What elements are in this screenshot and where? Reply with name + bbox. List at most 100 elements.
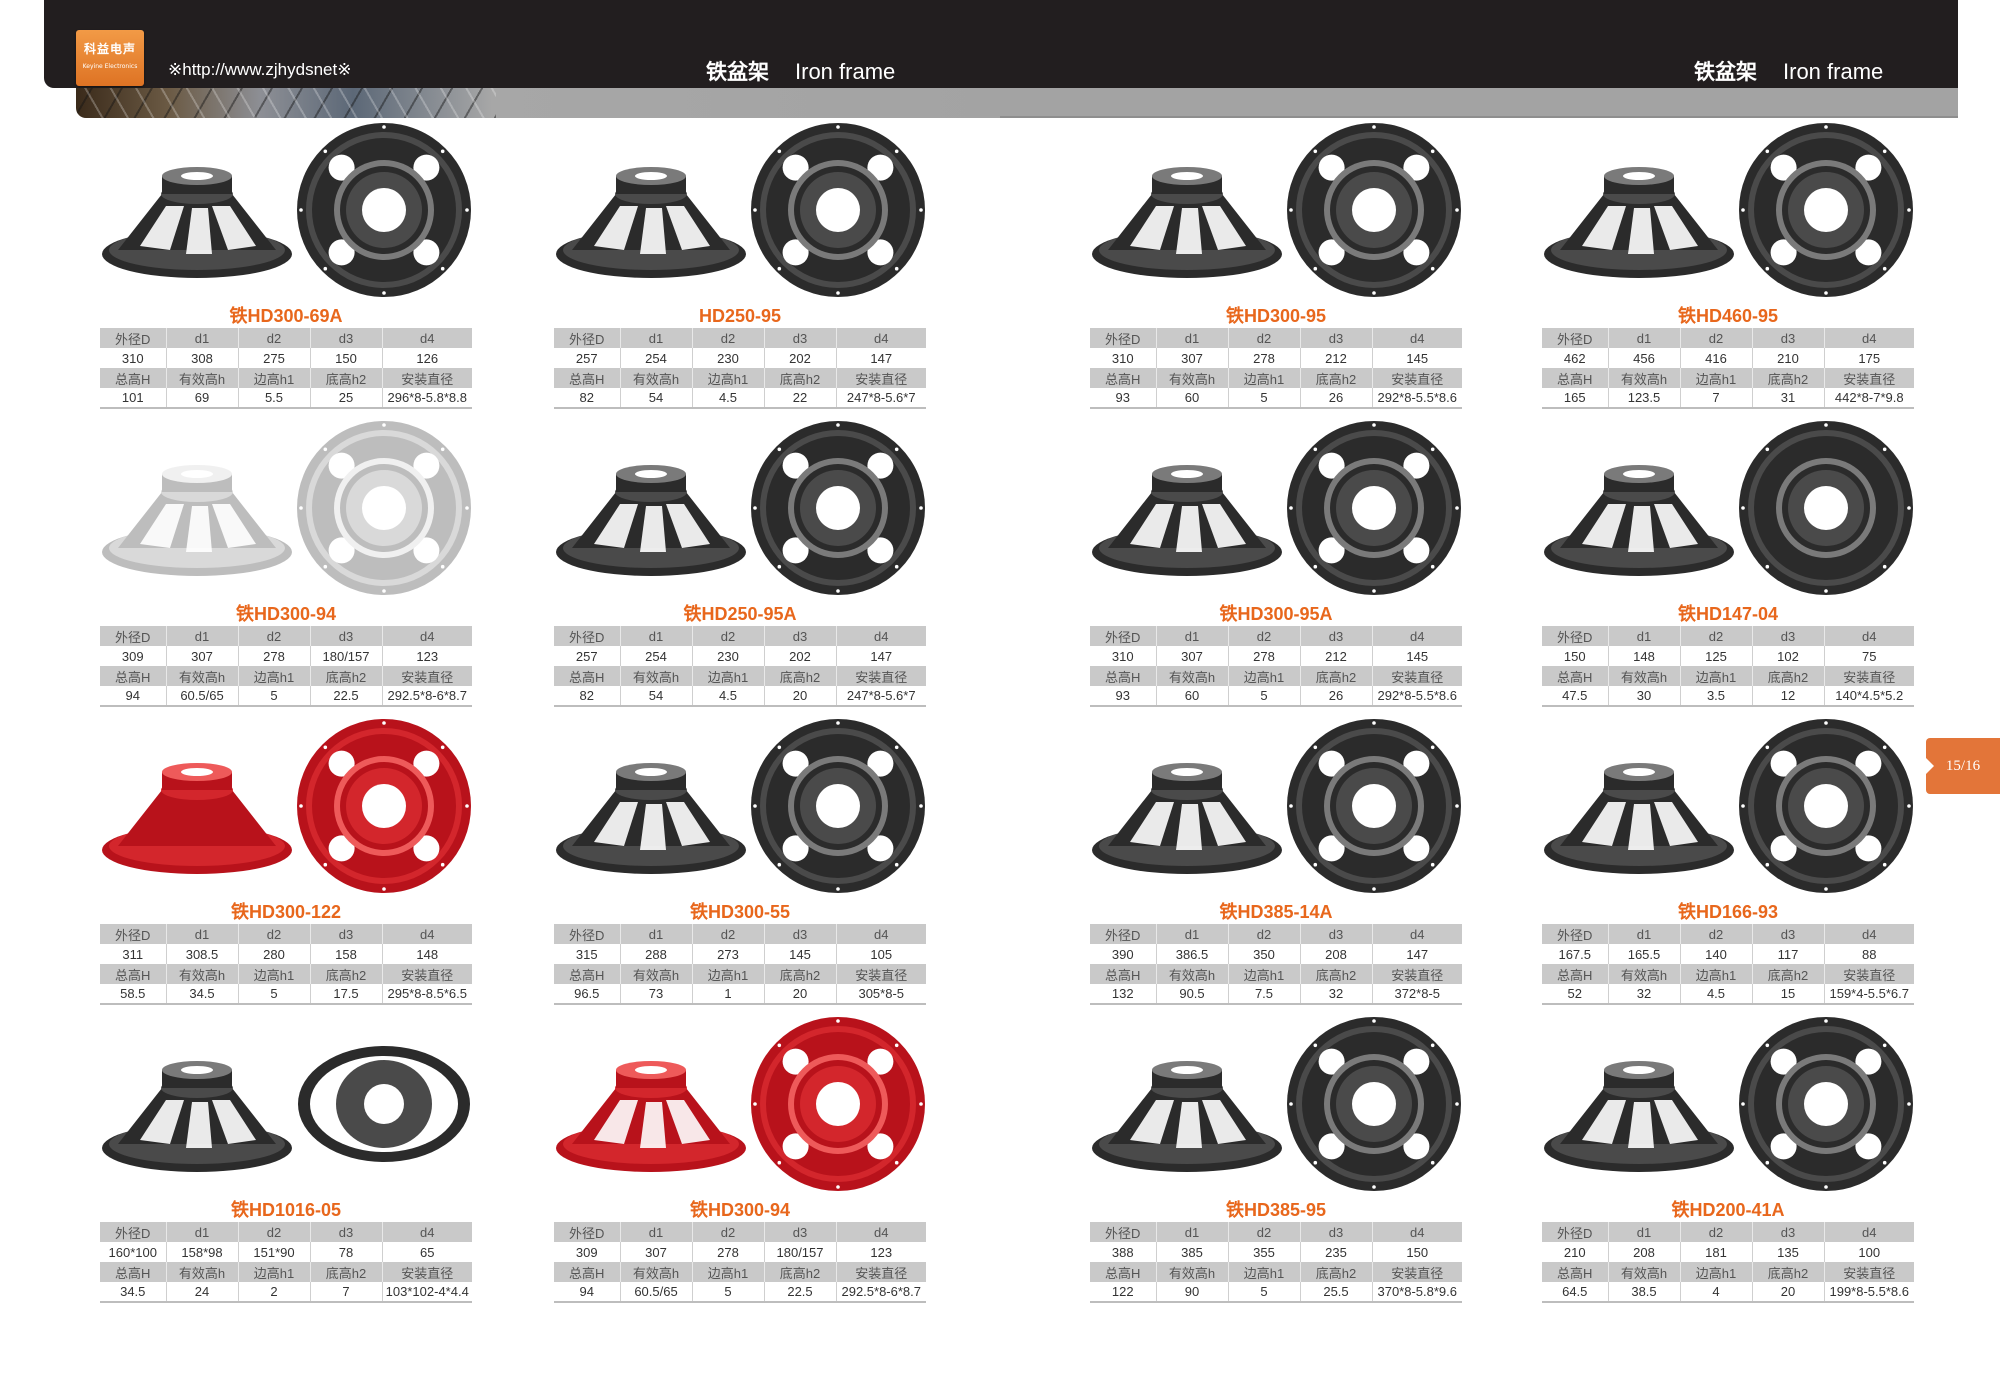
spec-value-cell: 15 xyxy=(1752,984,1825,1005)
spec-header-cell: d2 xyxy=(1680,328,1753,348)
spec-header-cell: d2 xyxy=(1228,626,1301,646)
spec-value-cell: 90.5 xyxy=(1156,984,1229,1005)
spec-value-cell: 73 xyxy=(620,984,693,1005)
spec-row: 94 60.5/65 5 22.5 292.5*8-6*8.7 xyxy=(100,686,472,707)
spec-table: 外径D d1 d2 d3 d4 150 148 125 102 75 总高H 有效高h 边高h1 底高h2… xyxy=(1542,626,1914,707)
spec-value-cell: 355 xyxy=(1228,1242,1301,1262)
spec-value-cell: 126 xyxy=(382,348,472,368)
spec-value-cell: 309 xyxy=(554,1242,621,1262)
spec-value-cell: 307 xyxy=(1156,646,1229,666)
spec-value-cell: 310 xyxy=(100,348,167,368)
spec-value-cell: 311 xyxy=(100,944,167,964)
spec-header-cell: 底高h2 xyxy=(1300,666,1373,686)
spec-header-cell: 边高h1 xyxy=(1680,964,1753,984)
spec-value-cell: 175 xyxy=(1824,348,1914,368)
spec-row: 总高H 有效高h 边高h1 底高h2 安装直径 xyxy=(100,368,472,388)
product-card: 铁HD300-94 外径D d1 d2 d3 d4 309 307 278 180/157 123 总… xyxy=(100,420,472,707)
spec-table: 外径D d1 d2 d3 d4 160*100 158*98 151*90 78 65 总高H 有效高… xyxy=(100,1222,472,1303)
spec-value-cell: 32 xyxy=(1300,984,1373,1005)
spec-value-cell: 150 xyxy=(1372,1242,1462,1262)
spec-header-cell: 边高h1 xyxy=(692,964,765,984)
spec-value-cell: 372*8-5 xyxy=(1372,984,1462,1005)
product-name: HD250-95 xyxy=(698,306,782,326)
spec-value-cell: 60 xyxy=(1156,388,1229,409)
spec-row: 52 32 4.5 15 159*4-5.5*6.7 xyxy=(1542,984,1914,1005)
spec-value-cell: 180/157 xyxy=(310,646,383,666)
spec-value-cell: 88 xyxy=(1824,944,1914,964)
spec-value-cell: 102 xyxy=(1752,646,1825,666)
spec-value-cell: 160*100 xyxy=(100,1242,167,1262)
spec-header-cell: 外径D xyxy=(554,924,621,944)
spec-value-cell: 462 xyxy=(1542,348,1609,368)
spec-header-cell: 有效高h xyxy=(1156,368,1229,388)
spec-row: 462 456 416 210 175 xyxy=(1542,348,1914,368)
spec-value-cell: 31 xyxy=(1752,388,1825,409)
spec-row: 310 307 278 212 145 xyxy=(1090,646,1462,666)
spec-header-cell: 底高h2 xyxy=(764,1262,837,1282)
frame-front-view-image xyxy=(751,123,925,297)
spec-value-cell: 210 xyxy=(1752,348,1825,368)
product-name: 铁HD300-94 xyxy=(235,604,337,624)
spec-header-cell: d3 xyxy=(764,1222,837,1242)
spec-header-cell: 有效高h xyxy=(1608,1262,1681,1282)
spec-value-cell: 90 xyxy=(1156,1282,1229,1303)
spec-value-cell: 148 xyxy=(1608,646,1681,666)
spec-value-cell: 292*8-5.5*8.6 xyxy=(1372,686,1462,707)
spec-table: 外径D d1 d2 d3 d4 257 254 230 202 147 总高H 有效高h 边高h1 底高h… xyxy=(554,328,926,409)
spec-header-cell: 有效高h xyxy=(1156,666,1229,686)
product-name: 铁HD300-95 xyxy=(1225,306,1327,326)
frame-front-view-image xyxy=(1287,123,1461,297)
spec-value-cell: 4.5 xyxy=(692,388,765,409)
spec-value-cell: 22.5 xyxy=(764,1282,837,1303)
spec-header-cell: d3 xyxy=(310,1222,383,1242)
spec-header-cell: d4 xyxy=(1372,924,1462,944)
spec-header-cell: 边高h1 xyxy=(1228,964,1301,984)
page-number-tab[interactable]: 15/16 xyxy=(1926,738,2000,794)
spec-header-cell: 有效高h xyxy=(620,368,693,388)
spec-value-cell: 4 xyxy=(1680,1282,1753,1303)
spec-value-cell: 123.5 xyxy=(1608,388,1681,409)
spec-value-cell: 24 xyxy=(166,1282,239,1303)
spec-header-cell: 外径D xyxy=(1542,328,1609,348)
spec-header-cell: 安装直径 xyxy=(836,964,926,984)
spec-value-cell: 122 xyxy=(1090,1282,1157,1303)
product-images xyxy=(100,122,472,304)
product-card: 铁HD300-122 外径D d1 d2 d3 d4 311 308.5 280 158 148 总高… xyxy=(100,718,472,1005)
spec-value-cell: 151*90 xyxy=(238,1242,311,1262)
spec-header-cell: d4 xyxy=(1824,626,1914,646)
spec-header-cell: 底高h2 xyxy=(310,368,383,388)
spec-value-cell: 78 xyxy=(310,1242,383,1262)
spec-row: 总高H 有效高h 边高h1 底高h2 安装直径 xyxy=(100,964,472,984)
spec-value-cell: 4.5 xyxy=(692,686,765,707)
spec-row: 总高H 有效高h 边高h1 底高h2 安装直径 xyxy=(1542,666,1914,686)
spec-value-cell: 135 xyxy=(1752,1242,1825,1262)
spec-value-cell: 456 xyxy=(1608,348,1681,368)
spec-value-cell: 295*8-8.5*6.5 xyxy=(382,984,472,1005)
spec-value-cell: 145 xyxy=(1372,646,1462,666)
spec-row: 160*100 158*98 151*90 78 65 xyxy=(100,1242,472,1262)
spec-value-cell: 12 xyxy=(1752,686,1825,707)
spec-header-cell: d4 xyxy=(382,626,472,646)
spec-value-cell: 212 xyxy=(1300,348,1373,368)
product-card: 铁HD166-93 外径D d1 d2 d3 d4 167.5 165.5 140 117 88 总高… xyxy=(1542,718,1914,1005)
spec-value-cell: 292.5*8-6*8.7 xyxy=(836,1282,926,1303)
spec-value-cell: 123 xyxy=(382,646,472,666)
spec-row: 311 308.5 280 158 148 xyxy=(100,944,472,964)
spec-value-cell: 181 xyxy=(1680,1242,1753,1262)
spec-header-cell: 有效高h xyxy=(1156,964,1229,984)
spec-header-cell: 有效高h xyxy=(1608,368,1681,388)
spec-value-cell: 105 xyxy=(836,944,926,964)
spec-row: 150 148 125 102 75 xyxy=(1542,646,1914,666)
spec-value-cell: 65 xyxy=(382,1242,472,1262)
spec-row: 257 254 230 202 147 xyxy=(554,646,926,666)
spec-row: 64.5 38.5 4 20 199*8-5.5*8.6 xyxy=(1542,1282,1914,1303)
title-cn: 铁盆架 xyxy=(1694,61,1757,84)
spec-header-cell: d4 xyxy=(836,1222,926,1242)
spec-value-cell: 230 xyxy=(692,348,765,368)
spec-header-cell: 安装直径 xyxy=(1824,964,1914,984)
website-url[interactable]: ※http://www.zjhydsnet※ xyxy=(168,60,351,80)
spec-header-cell: d1 xyxy=(1156,924,1229,944)
frame-front-view-image xyxy=(751,1017,925,1191)
spec-row: 388 385 355 235 150 xyxy=(1090,1242,1462,1262)
spec-header-cell: d4 xyxy=(382,924,472,944)
